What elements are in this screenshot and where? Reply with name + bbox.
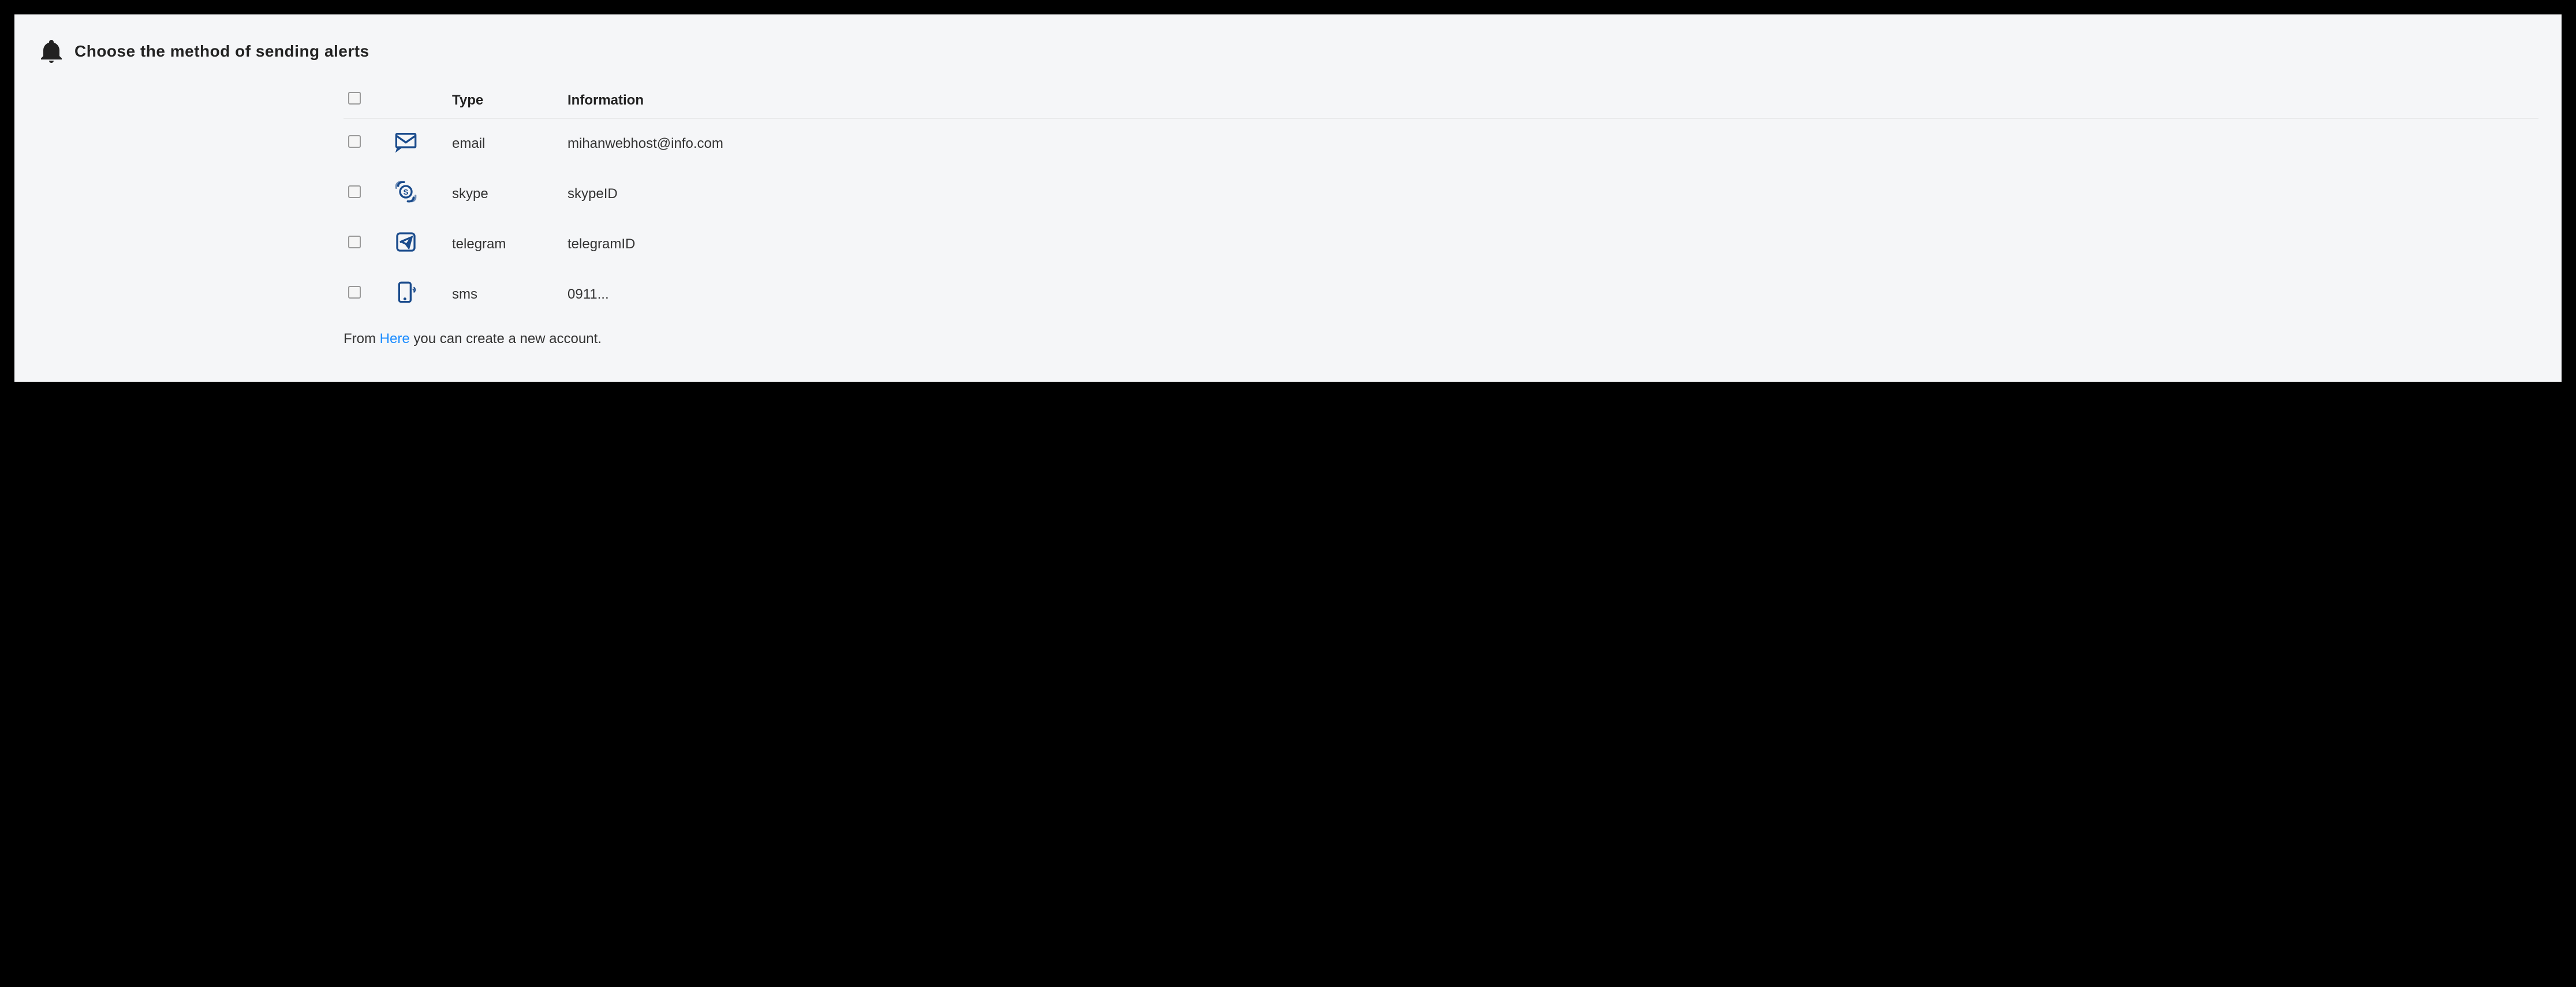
footer-suffix: you can create a new account. xyxy=(410,331,602,347)
row-checkbox-skype[interactable] xyxy=(348,185,361,198)
email-icon xyxy=(394,141,417,157)
skype-icon: S xyxy=(394,191,417,207)
heading-text: Choose the method of sending alerts xyxy=(74,42,369,61)
table-row: email mihanwebhost@info.com xyxy=(344,118,2538,169)
table-header-row: Type Information xyxy=(344,83,2538,118)
alert-method-panel: Choose the method of sending alerts Type… xyxy=(14,14,2562,382)
header-checkbox-cell xyxy=(344,83,390,118)
row-checkbox-sms[interactable] xyxy=(348,286,361,299)
row-info: telegramID xyxy=(563,219,2538,269)
alert-methods-table-wrapper: Type Information xyxy=(344,83,2538,347)
row-type: skype xyxy=(447,169,563,219)
bell-icon xyxy=(38,38,65,65)
svg-text:S: S xyxy=(404,188,409,196)
table-row: sms 0911... xyxy=(344,269,2538,319)
footer-prefix: From xyxy=(344,331,380,347)
table-row: telegram telegramID xyxy=(344,219,2538,269)
row-type: telegram xyxy=(447,219,563,269)
row-info: 0911... xyxy=(563,269,2538,319)
row-checkbox-email[interactable] xyxy=(348,135,361,148)
row-checkbox-telegram[interactable] xyxy=(348,236,361,248)
header-type: Type xyxy=(447,83,563,118)
header-icon-cell xyxy=(390,83,447,118)
row-type: sms xyxy=(447,269,563,319)
sms-icon xyxy=(394,292,417,307)
row-info: skypeID xyxy=(563,169,2538,219)
select-all-checkbox[interactable] xyxy=(348,92,361,105)
header-information: Information xyxy=(563,83,2538,118)
table-row: S skype skypeID xyxy=(344,169,2538,219)
panel-heading: Choose the method of sending alerts xyxy=(38,38,2538,65)
alert-methods-table: Type Information xyxy=(344,83,2538,319)
row-info: mihanwebhost@info.com xyxy=(563,118,2538,169)
telegram-icon xyxy=(394,241,417,257)
row-type: email xyxy=(447,118,563,169)
footer-text: From Here you can create a new account. xyxy=(344,331,2538,347)
create-account-link[interactable]: Here xyxy=(380,331,410,347)
